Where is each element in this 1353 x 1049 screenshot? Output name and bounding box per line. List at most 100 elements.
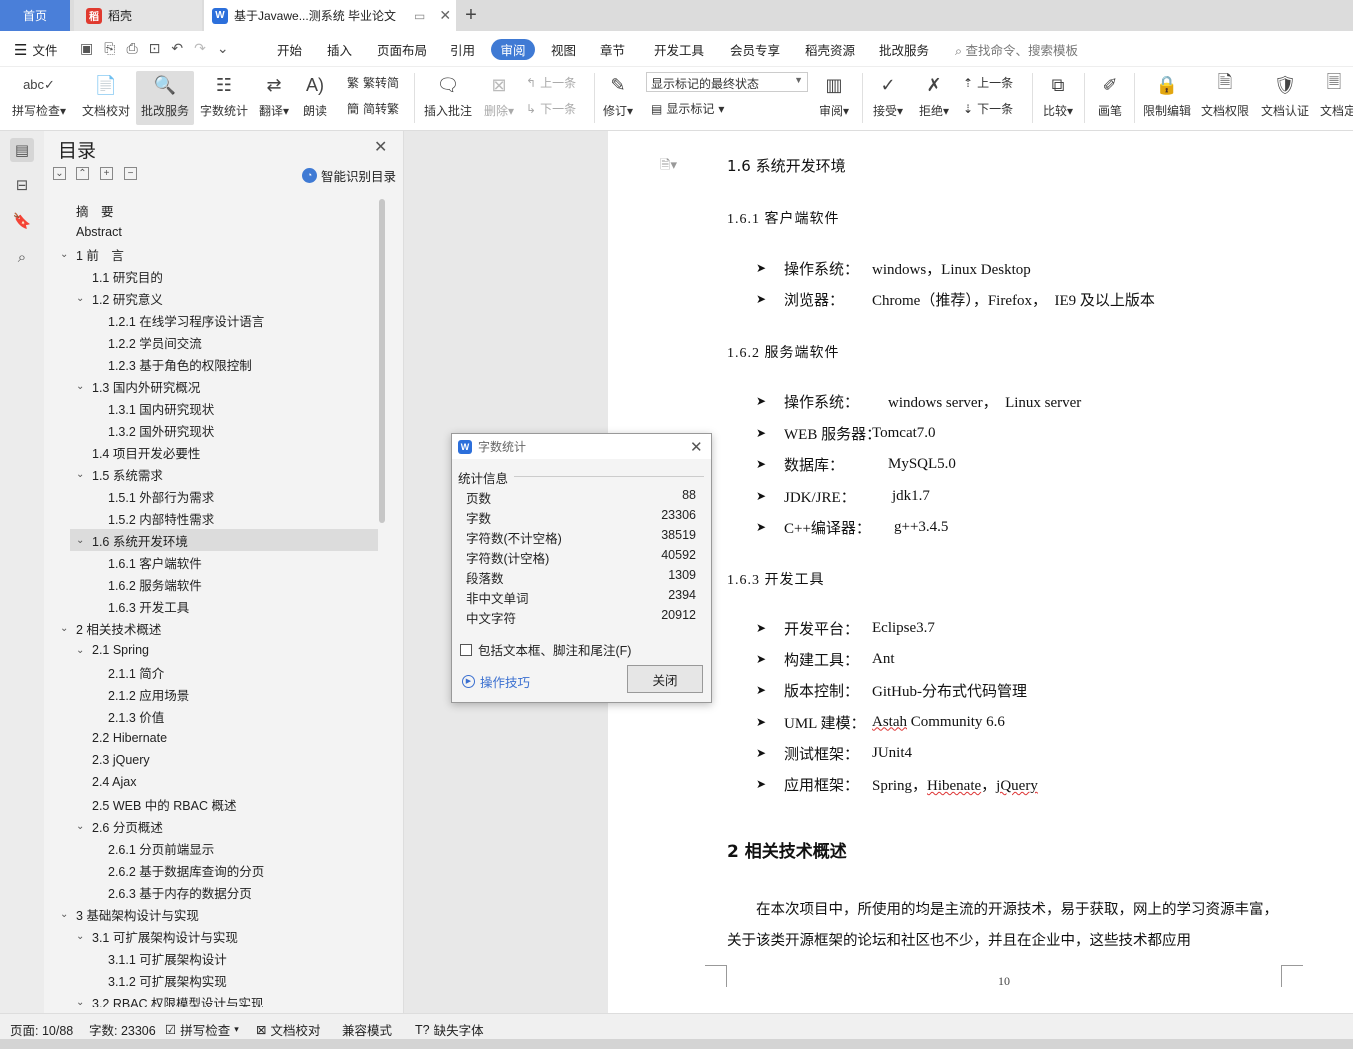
print-icon[interactable]: ⎙ [126, 40, 137, 57]
chevron-down-icon[interactable]: ⌄ [76, 997, 88, 1008]
menu-item-review-service[interactable]: 批改服务 [879, 40, 929, 59]
doc-more-button[interactable]: 🗏 文档定 [1320, 71, 1353, 125]
doc-rights-button[interactable]: 🗎 文档权限 [1198, 71, 1252, 125]
menu-item-daoke-resources[interactable]: 稻壳资源 [805, 40, 855, 59]
chevron-down-icon[interactable]: ⌄ [60, 909, 72, 920]
pen-button[interactable]: ✐ 画笔 [1094, 71, 1126, 125]
missing-font-button[interactable]: T? 缺失字体 [415, 1020, 484, 1039]
toc-item[interactable]: 1.3.2 国外研究现状 [92, 419, 214, 441]
markup-state-select[interactable]: 显示标记的最终状态 ▼ [646, 72, 808, 92]
toc-item[interactable]: ⌄ 2.6 分页概述 [76, 815, 163, 837]
page-indicator[interactable]: 页面: 10/88 [10, 1020, 73, 1039]
menu-item-start[interactable]: 开始 [277, 40, 302, 59]
toc-item[interactable]: 摘 要 [60, 199, 114, 221]
toc-item[interactable]: 1.1 研究目的 [76, 265, 163, 287]
toc-item[interactable]: 1.2.1 在线学习程序设计语言 [92, 309, 264, 331]
toc-item[interactable]: 3.1.2 可扩展架构实现 [92, 969, 227, 991]
toc-item[interactable]: 2.3 jQuery [76, 749, 150, 771]
tab-home[interactable]: 首页 [0, 0, 70, 31]
chapter-nav-icon[interactable]: ⊟ [10, 173, 34, 197]
toc-item[interactable]: 2.1.2 应用场景 [92, 683, 189, 705]
simp-to-trad-button[interactable]: 簡简转繁 [347, 100, 399, 117]
chevron-down-icon[interactable]: ⌄ [76, 293, 88, 304]
toc-item[interactable]: ⌄ 1.6 系统开发环境 [70, 529, 378, 551]
toc-scrollbar[interactable] [379, 199, 385, 523]
chevron-down-icon[interactable]: ⌄ [60, 623, 72, 634]
search-icon[interactable]: ⌕ [10, 245, 34, 269]
close-icon[interactable]: ✕ [690, 438, 703, 456]
toc-item[interactable]: 1.6.3 开发工具 [92, 595, 189, 617]
toc-item[interactable]: 1.6.1 客户端软件 [92, 551, 202, 573]
chevron-down-icon[interactable]: ⌄ [76, 535, 88, 546]
spell-check-button[interactable]: abc✓ 拼写检查▾ [10, 71, 68, 125]
expand-up-icon[interactable]: ⌃ [76, 167, 89, 180]
toc-item[interactable]: 1.5.1 外部行为需求 [92, 485, 214, 507]
undo-icon[interactable]: ↶ [171, 40, 183, 57]
doc-outline-icon[interactable]: 🗎▾ [660, 156, 677, 178]
toc-item[interactable]: ⌄ 3.1 可扩展架构设计与实现 [76, 925, 238, 947]
toc-item[interactable]: 2.1.1 简介 [92, 661, 164, 683]
screen-icon[interactable]: ▭ [414, 9, 425, 23]
toc-item[interactable]: ⌄ 3 基础架构设计与实现 [60, 903, 199, 925]
close-button[interactable]: 关闭 [627, 665, 703, 693]
accept-button[interactable]: ✓ 接受▾ [870, 71, 906, 125]
menu-item-member[interactable]: 会员专享 [730, 40, 780, 59]
chevron-down-icon[interactable]: ⌄ [76, 645, 88, 656]
file-menu[interactable]: ☰ 文件 [14, 40, 57, 59]
chevron-down-icon[interactable]: ⌄ [76, 381, 88, 392]
toc-view-icon[interactable]: ▤ [10, 138, 34, 162]
toc-item[interactable]: ⌄ 3.2 RBAC 权限模型设计与实现 [76, 991, 264, 1008]
menu-item-chapter[interactable]: 章节 [600, 40, 625, 59]
toc-item[interactable]: 2.4 Ajax [76, 771, 136, 793]
chevron-down-icon[interactable]: ⌄ [76, 821, 88, 832]
toc-item[interactable]: 1.4 项目开发必要性 [76, 441, 200, 463]
compare-button[interactable]: ⧉ 比较▾ [1040, 71, 1076, 125]
bookmark-icon[interactable]: 🔖 [10, 209, 34, 233]
tips-link[interactable]: ▶ 操作技巧 [462, 672, 530, 691]
preview-icon[interactable]: ⊡ [149, 40, 161, 57]
toc-item[interactable]: 1.6.2 服务端软件 [92, 573, 202, 595]
restrict-edit-button[interactable]: 🔒 限制编辑 [1140, 71, 1194, 125]
redo-icon[interactable]: ↷ [194, 40, 206, 57]
menu-item-review[interactable]: 审阅 [491, 39, 535, 60]
review-service-button[interactable]: 🔍 批改服务 [136, 71, 194, 125]
chevron-down-icon[interactable]: ⌄ [76, 931, 88, 942]
toc-item[interactable]: ⌄ 1 前 言 [60, 243, 124, 265]
delete-comment-button[interactable]: ⊠ 删除▾ [480, 71, 518, 125]
reject-button[interactable]: ✗ 拒绝▾ [916, 71, 952, 125]
toc-item[interactable]: Abstract [60, 221, 122, 243]
toc-item[interactable]: 3.1.1 可扩展架构设计 [92, 947, 227, 969]
export-icon[interactable]: ⎘ [104, 40, 115, 57]
prev-change-button[interactable]: ⇡ 上一条 [963, 74, 1013, 91]
trad-to-simp-button[interactable]: 繁繁转简 [347, 74, 399, 91]
review-pane-button[interactable]: ▥ 审阅▾ [816, 71, 852, 125]
word-count-indicator[interactable]: 字数: 23306 [89, 1020, 156, 1039]
include-footnotes-checkbox[interactable]: 包括文本框、脚注和尾注(F) [460, 640, 631, 659]
add-heading-icon[interactable]: + [100, 167, 113, 180]
toc-item[interactable]: 1.2.3 基于角色的权限控制 [92, 353, 252, 375]
tab-daoke[interactable]: 稻 稻壳 [74, 0, 202, 31]
chevron-down-icon[interactable]: ⌄ [76, 469, 88, 480]
toc-item[interactable]: ⌄ 2.1 Spring [76, 639, 149, 661]
read-aloud-button[interactable]: A) 朗读 [298, 71, 332, 125]
spell-check-status[interactable]: ☑ 拼写检查 ▾ [165, 1020, 239, 1039]
customize-icon[interactable]: ⌄ [217, 40, 229, 57]
menu-item-view[interactable]: 视图 [551, 40, 576, 59]
close-tab-icon[interactable]: ✕ [439, 7, 451, 24]
translate-button[interactable]: ⇄ 翻译▾ [256, 71, 292, 125]
close-icon[interactable]: ✕ [374, 137, 387, 157]
menu-item-dev-tools[interactable]: 开发工具 [654, 40, 704, 59]
insert-comment-button[interactable]: 🗨 插入批注 [420, 71, 476, 125]
toc-item[interactable]: 2.2 Hibernate [76, 727, 167, 749]
toc-item[interactable]: 1.3.1 国内研究现状 [92, 397, 214, 419]
toc-item[interactable]: ⌄ 1.2 研究意义 [76, 287, 163, 309]
toc-item[interactable]: 2.6.1 分页前端显示 [92, 837, 214, 859]
doc-check-status[interactable]: ⊠ 文档校对 [256, 1020, 321, 1039]
remove-heading-icon[interactable]: − [124, 167, 137, 180]
toc-item[interactable]: ⌄ 1.5 系统需求 [76, 463, 163, 485]
toc-item[interactable]: ⌄ 2 相关技术概述 [60, 617, 161, 639]
show-markup-button[interactable]: ▤ 显示标记 ▾ [651, 100, 724, 117]
toc-item[interactable]: 2.6.3 基于内存的数据分页 [92, 881, 252, 903]
smart-toc-button[interactable]: ◔ 智能识别目录 [302, 166, 396, 185]
toc-item[interactable]: 2.5 WEB 中的 RBAC 概述 [76, 793, 236, 815]
